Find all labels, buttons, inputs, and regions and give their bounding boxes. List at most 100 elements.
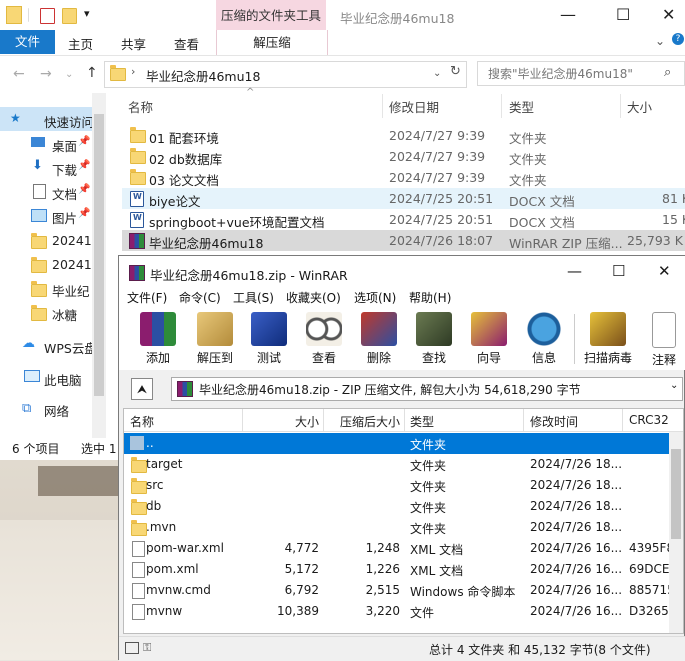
col-date[interactable]: 修改日期 bbox=[389, 97, 439, 116]
nav-desktop[interactable]: 桌面 bbox=[52, 136, 77, 155]
archive-row[interactable]: mvnw.cmd 6,792 2,515 Windows 命令脚本 2024/7… bbox=[124, 580, 675, 601]
comment-button[interactable]: 注释 bbox=[646, 312, 682, 368]
menu-options[interactable]: 选项(N) bbox=[354, 289, 396, 306]
file-type: 文件夹 bbox=[509, 173, 547, 188]
close-icon[interactable]: ✕ bbox=[662, 5, 675, 24]
nav-this-pc[interactable]: 此电脑 bbox=[44, 370, 82, 389]
col-packed[interactable]: 压缩后大小 bbox=[324, 409, 405, 431]
view-label: 查看 bbox=[311, 351, 336, 365]
row-crc: 69DCE bbox=[629, 562, 670, 576]
tab-share[interactable]: 共享 bbox=[121, 34, 146, 53]
row-type: 文件夹 bbox=[410, 438, 447, 452]
context-tab-compressed-tools[interactable]: 压缩的文件夹工具 bbox=[216, 0, 326, 30]
view-button[interactable]: 查看 bbox=[302, 312, 346, 366]
help-icon[interactable]: ? bbox=[672, 33, 684, 45]
maximize-icon[interactable]: ☐ bbox=[612, 262, 625, 280]
back-arrow-icon[interactable]: ← bbox=[13, 66, 25, 82]
comment-icon bbox=[652, 312, 676, 348]
expand-ribbon-icon[interactable]: ⌄ bbox=[655, 34, 665, 48]
file-row[interactable]: 02 db数据库 2024/7/27 9:39 文件夹 bbox=[122, 146, 685, 167]
archive-row[interactable]: src 文件夹 2024/7/26 18... bbox=[124, 475, 669, 496]
nav-network[interactable]: 网络 bbox=[44, 401, 69, 420]
add-icon bbox=[140, 312, 176, 346]
file-icon bbox=[132, 562, 145, 578]
info-button[interactable]: 信息 bbox=[522, 312, 566, 366]
nav-quick-access[interactable]: 快速访问 bbox=[44, 112, 94, 131]
menu-tools[interactable]: 工具(S) bbox=[233, 289, 274, 306]
col-type[interactable]: 类型 bbox=[509, 97, 534, 116]
nav-folder-biye[interactable]: 毕业纪 bbox=[52, 281, 90, 300]
row-name: target bbox=[146, 457, 183, 471]
add-button[interactable]: 添加 bbox=[136, 312, 180, 366]
nav-wps-cloud[interactable]: WPS云盘 bbox=[44, 338, 97, 357]
nav-pictures[interactable]: 图片 bbox=[52, 208, 77, 227]
wallpaper-water bbox=[0, 520, 118, 660]
menu-commands[interactable]: 命令(C) bbox=[179, 289, 221, 306]
archive-row[interactable]: .mvn 文件夹 2024/7/26 18... bbox=[124, 517, 669, 538]
wizard-button[interactable]: 向导 bbox=[467, 312, 511, 366]
row-name: mvnw bbox=[146, 604, 183, 618]
nav-folder-bingtang[interactable]: 冰糖 bbox=[52, 305, 77, 324]
archive-row[interactable]: target 文件夹 2024/7/26 18... bbox=[124, 454, 669, 475]
address-text[interactable]: 毕业纪念册46mu18 bbox=[146, 66, 260, 85]
menu-favorites[interactable]: 收藏夹(O) bbox=[286, 289, 341, 306]
archive-row[interactable]: pom.xml 5,172 1,226 XML 文档 2024/7/26 16.… bbox=[124, 559, 669, 580]
tab-home[interactable]: 主页 bbox=[68, 34, 93, 53]
minimize-icon[interactable]: — bbox=[560, 5, 576, 24]
properties-icon[interactable] bbox=[40, 8, 55, 24]
file-row[interactable]: biye论文 2024/7/25 20:51 DOCX 文档 81 K bbox=[122, 188, 685, 209]
nav-scrollbar-thumb[interactable] bbox=[94, 114, 104, 396]
archive-row-selected[interactable]: .. 文件夹 bbox=[124, 433, 669, 454]
up-folder-button[interactable]: ⮝ bbox=[131, 378, 153, 400]
find-button[interactable]: 查找 bbox=[412, 312, 456, 366]
tab-view[interactable]: 查看 bbox=[174, 34, 199, 53]
new-folder-icon[interactable] bbox=[62, 8, 77, 24]
minimize-icon[interactable]: — bbox=[567, 262, 582, 280]
breadcrumb-chevron-icon[interactable]: › bbox=[131, 65, 135, 78]
pictures-icon bbox=[31, 209, 47, 222]
nav-documents[interactable]: 文档 bbox=[52, 184, 77, 203]
search-input[interactable]: 搜索"毕业纪念册46mu18" bbox=[477, 61, 685, 86]
test-button[interactable]: 测试 bbox=[247, 312, 291, 366]
file-row[interactable]: springboot+vue环境配置文档 2024/7/25 20:51 DOC… bbox=[122, 209, 685, 230]
col-size[interactable]: 大小 bbox=[243, 409, 324, 431]
col-modified[interactable]: 修改时间 bbox=[524, 409, 623, 431]
menu-file[interactable]: 文件(F) bbox=[127, 289, 167, 306]
address-dropdown-icon[interactable]: ⌄ bbox=[433, 68, 441, 79]
nav-downloads[interactable]: 下载 bbox=[52, 160, 77, 179]
delete-button[interactable]: 删除 bbox=[357, 312, 401, 366]
find-label: 查找 bbox=[421, 351, 446, 365]
window-title: 毕业纪念册46mu18 bbox=[340, 11, 455, 26]
file-row-selected[interactable]: 毕业纪念册46mu18 2024/7/26 18:07 WinRAR ZIP 压… bbox=[122, 230, 685, 251]
delete-label: 删除 bbox=[366, 351, 391, 365]
archive-file-list: 名称 ^ 大小 压缩后大小 类型 修改时间 CRC32 .. 文件夹 targe… bbox=[123, 408, 684, 634]
up-arrow-icon[interactable]: ↑ bbox=[86, 65, 98, 81]
archive-row[interactable]: mvnw 10,389 3,220 文件 2024/7/26 16... D32… bbox=[124, 601, 669, 622]
archive-row[interactable]: pom-war.xml 4,772 1,248 XML 文档 2024/7/26… bbox=[124, 538, 674, 559]
sort-up-icon: ^ bbox=[246, 87, 255, 98]
tab-file[interactable]: 文件 bbox=[0, 30, 55, 54]
tab-extract[interactable]: 解压缩 bbox=[216, 30, 328, 55]
col-crc32[interactable]: CRC32 bbox=[623, 409, 683, 431]
file-row[interactable]: 01 配套环境 2024/7/27 9:39 文件夹 bbox=[122, 125, 685, 146]
scan-virus-button[interactable]: 扫描病毒 bbox=[580, 312, 636, 366]
col-type[interactable]: 类型 bbox=[405, 409, 524, 431]
forward-arrow-icon[interactable]: → bbox=[40, 66, 52, 82]
menu-help[interactable]: 帮助(H) bbox=[409, 289, 451, 306]
maximize-icon[interactable]: ☐ bbox=[616, 5, 630, 24]
recent-chevron-icon[interactable]: ⌄ bbox=[65, 69, 73, 80]
list-scrollbar-thumb[interactable] bbox=[671, 449, 681, 539]
folder-icon bbox=[31, 257, 47, 273]
view-glasses-icon bbox=[306, 312, 342, 346]
extract-to-button[interactable]: 解压到 bbox=[191, 312, 239, 366]
col-name[interactable]: 名称 bbox=[128, 97, 153, 116]
file-row[interactable]: 03 论文文档 2024/7/27 9:39 文件夹 bbox=[122, 167, 685, 188]
refresh-icon[interactable]: ↻ bbox=[450, 64, 461, 79]
info-icon bbox=[526, 312, 562, 346]
col-size[interactable]: 大小 bbox=[627, 97, 652, 116]
row-size: 6,792 bbox=[284, 583, 319, 597]
path-dropdown-icon[interactable]: ⌄ bbox=[670, 380, 678, 391]
qat-dropdown-icon[interactable]: ▾ bbox=[84, 7, 90, 20]
archive-row[interactable]: db 文件夹 2024/7/26 18... bbox=[124, 496, 669, 517]
close-icon[interactable]: ✕ bbox=[658, 262, 671, 280]
